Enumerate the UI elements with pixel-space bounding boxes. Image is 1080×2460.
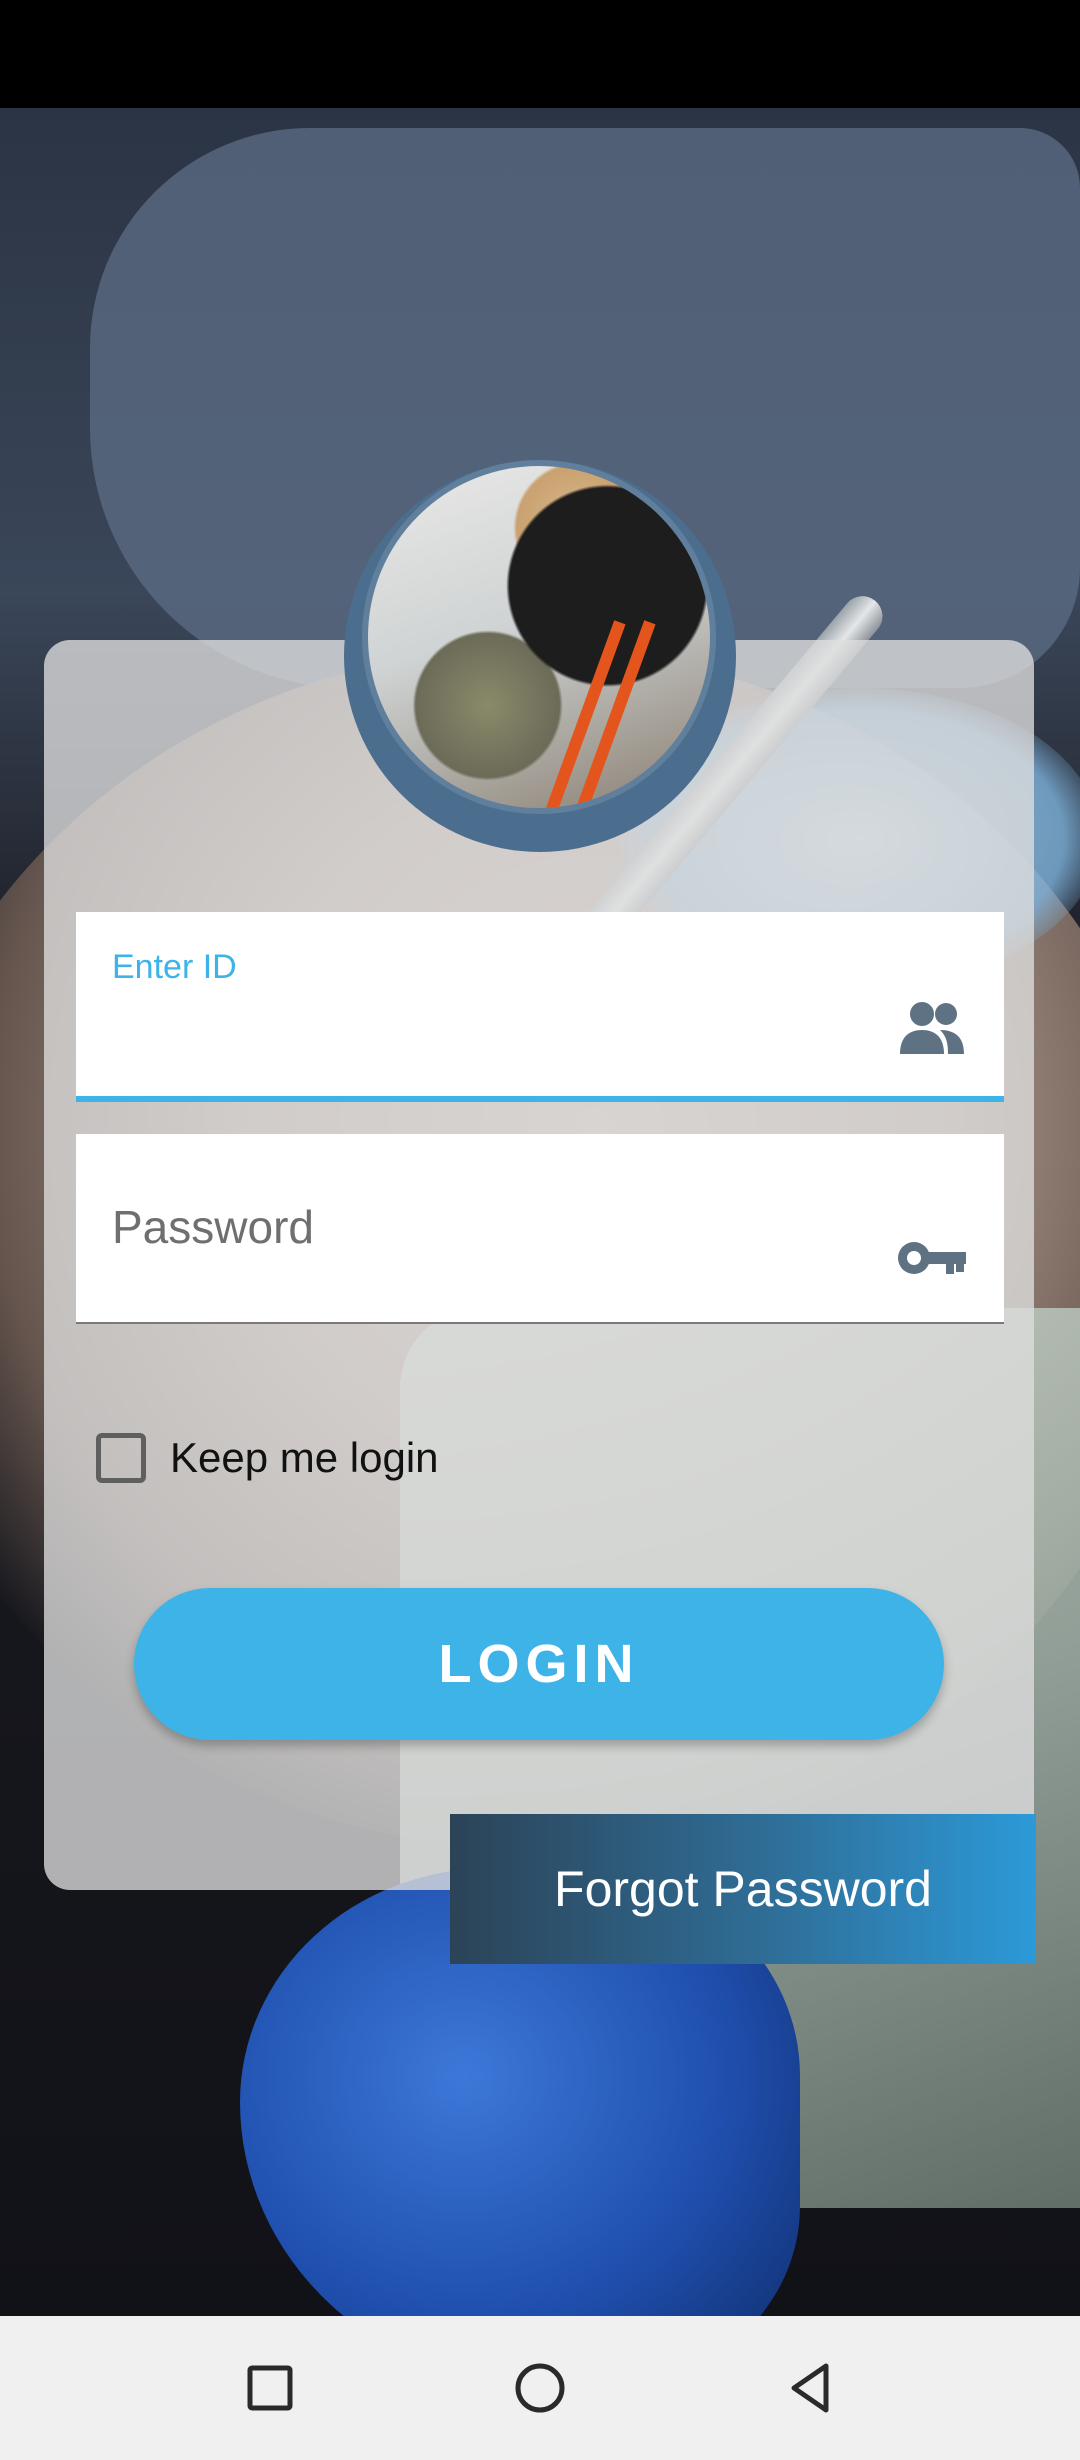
login-button[interactable]: LOGIN xyxy=(134,1588,944,1740)
password-placeholder: Password xyxy=(112,1201,314,1253)
triangle-back-icon xyxy=(791,2363,829,2413)
back-button[interactable] xyxy=(774,2352,846,2424)
key-icon xyxy=(896,1228,968,1288)
password-field[interactable]: Password xyxy=(76,1134,1004,1324)
recents-button[interactable] xyxy=(234,2352,306,2424)
keep-login-row[interactable]: Keep me login xyxy=(96,1428,439,1488)
id-field-label: Enter ID xyxy=(112,948,237,986)
square-icon xyxy=(247,2365,293,2411)
circle-icon xyxy=(515,2363,565,2413)
navigation-bar xyxy=(0,2316,1080,2460)
login-screen: Enter ID Password Keep me login LOGIN Fo… xyxy=(0,0,1080,2460)
forgot-password-button[interactable]: Forgot Password xyxy=(450,1814,1036,1964)
id-field[interactable]: Enter ID xyxy=(76,912,1004,1102)
people-icon xyxy=(896,998,968,1058)
home-button[interactable] xyxy=(504,2352,576,2424)
keep-login-label: Keep me login xyxy=(170,1434,439,1481)
avatar xyxy=(362,460,716,814)
status-bar xyxy=(0,0,1080,108)
keep-login-checkbox[interactable] xyxy=(96,1433,146,1483)
